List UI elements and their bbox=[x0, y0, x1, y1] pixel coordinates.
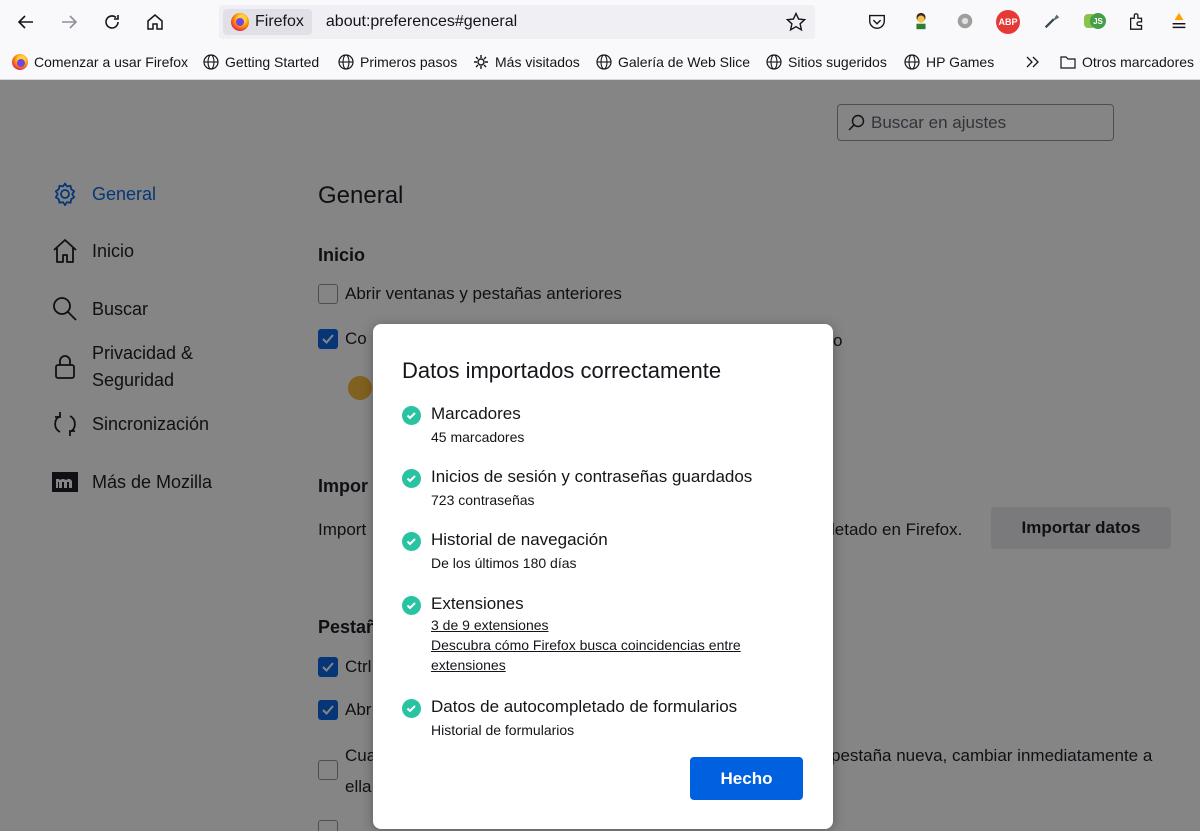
item-title: Marcadores bbox=[431, 404, 521, 423]
success-check-icon bbox=[402, 469, 421, 488]
js-extension-icon[interactable]: JS bbox=[1084, 10, 1106, 32]
bookmark-getting-started[interactable]: Getting Started bbox=[203, 52, 319, 72]
bookmark-hp-games[interactable]: HP Games bbox=[904, 52, 994, 72]
arrow-left-icon bbox=[17, 15, 33, 29]
success-check-icon bbox=[402, 596, 421, 615]
identity-label: Firefox bbox=[255, 13, 304, 30]
globe-icon bbox=[203, 54, 219, 70]
item-title: Inicios de sesión y contraseñas guardado… bbox=[431, 467, 753, 486]
bookmark-mas-visitados[interactable]: Más visitados bbox=[473, 52, 580, 72]
success-check-icon bbox=[402, 532, 421, 551]
item-title: Historial de navegación bbox=[431, 530, 608, 549]
star-icon[interactable] bbox=[785, 11, 807, 33]
identity-box[interactable]: Firefox bbox=[223, 9, 312, 35]
extensions-learn-more-link[interactable]: Descubra cómo Firefox busca coincidencia… bbox=[431, 637, 741, 653]
avatar-extension-icon[interactable] bbox=[910, 10, 932, 32]
item-title: Datos de autocompletado de formularios bbox=[431, 697, 738, 716]
bookmark-label: Galería de Web Slice bbox=[618, 54, 751, 70]
extensions-learn-more-link-cont[interactable]: extensiones bbox=[431, 657, 506, 673]
item-subtitle: Historial de formularios bbox=[431, 722, 575, 738]
home-button[interactable] bbox=[141, 8, 169, 36]
bookmark-label: HP Games bbox=[926, 54, 995, 70]
bookmark-primeros-pasos[interactable]: Primeros pasos bbox=[338, 52, 457, 72]
bookmark-label: Más visitados bbox=[495, 54, 580, 70]
bookmark-galeria-web-slice[interactable]: Galería de Web Slice bbox=[596, 52, 750, 72]
extensions-icon[interactable] bbox=[1126, 10, 1148, 32]
folder-icon bbox=[1060, 54, 1076, 70]
bookmark-label: Comenzar a usar Firefox bbox=[34, 54, 189, 70]
chevron-double-right-icon bbox=[1026, 56, 1039, 68]
globe-icon bbox=[596, 54, 612, 70]
navigation-toolbar: Firefox about:preferences#general ABP JS bbox=[0, 0, 1200, 44]
item-subtitle: 723 contraseñas bbox=[431, 492, 535, 508]
firefox-icon bbox=[231, 13, 249, 31]
imported-item-logins: Inicios de sesión y contraseñas guardado… bbox=[402, 467, 822, 509]
url-bar[interactable]: Firefox about:preferences#general bbox=[219, 5, 815, 39]
adblock-icon[interactable]: ABP bbox=[996, 10, 1020, 34]
bookmarks-overflow-button[interactable] bbox=[1024, 52, 1040, 72]
forward-button[interactable] bbox=[55, 8, 83, 36]
bookmark-otros-marcadores[interactable]: Otros marcadores bbox=[1060, 52, 1194, 72]
imported-item-extensions: Extensiones 3 de 9 extensiones Descubra … bbox=[402, 594, 822, 674]
import-success-dialog: Datos importados correctamente Marcadore… bbox=[373, 324, 833, 829]
imported-item-formdata: Datos de autocompletado de formularios H… bbox=[402, 697, 822, 739]
eyedropper-icon[interactable] bbox=[1041, 10, 1063, 32]
globe-icon bbox=[904, 54, 920, 70]
success-check-icon bbox=[402, 406, 421, 425]
done-button[interactable]: Hecho bbox=[690, 757, 803, 800]
bookmark-sitios-sugeridos[interactable]: Sitios sugeridos bbox=[766, 52, 887, 72]
globe-icon bbox=[766, 54, 782, 70]
item-subtitle: 45 marcadores bbox=[431, 429, 525, 445]
extensions-count-link[interactable]: 3 de 9 extensiones bbox=[431, 617, 549, 633]
home-icon bbox=[147, 14, 163, 30]
settings-extension-icon[interactable] bbox=[954, 10, 976, 32]
reload-button[interactable] bbox=[98, 8, 126, 36]
menu-notification-icon[interactable] bbox=[1168, 10, 1190, 32]
firefox-icon bbox=[12, 54, 28, 70]
bookmark-comenzar[interactable]: Comenzar a usar Firefox bbox=[12, 52, 188, 72]
dialog-title: Datos importados correctamente bbox=[402, 358, 722, 383]
bookmark-label: Getting Started bbox=[225, 54, 320, 70]
item-subtitle: De los últimos 180 días bbox=[431, 555, 577, 571]
bookmarks-toolbar: Comenzar a usar Firefox Getting Started … bbox=[0, 44, 1200, 80]
item-title: Extensiones bbox=[431, 594, 524, 613]
imported-item-history: Historial de navegación De los últimos 1… bbox=[402, 530, 822, 572]
url-text[interactable]: about:preferences#general bbox=[326, 13, 517, 31]
arrow-right-icon bbox=[62, 15, 78, 29]
success-check-icon bbox=[402, 699, 421, 718]
imported-item-bookmarks: Marcadores 45 marcadores bbox=[402, 404, 822, 446]
globe-icon bbox=[338, 54, 354, 70]
bookmark-label: Otros marcadores bbox=[1082, 54, 1195, 70]
gear-icon bbox=[473, 54, 489, 70]
bookmark-label: Primeros pasos bbox=[360, 54, 458, 70]
back-button[interactable] bbox=[12, 8, 40, 36]
pocket-icon[interactable] bbox=[866, 10, 888, 32]
bookmark-label: Sitios sugeridos bbox=[788, 54, 887, 70]
reload-icon bbox=[105, 15, 119, 29]
